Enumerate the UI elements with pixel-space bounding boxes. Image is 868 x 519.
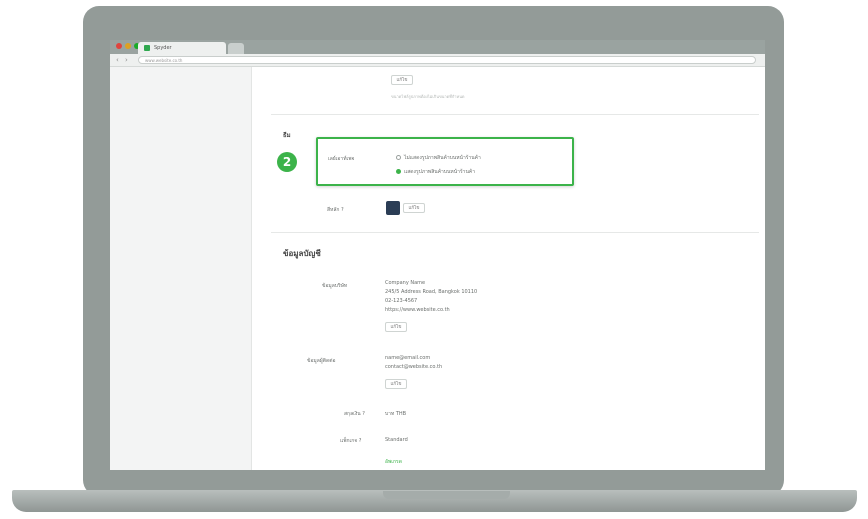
close-window-icon[interactable]	[116, 43, 122, 49]
back-arrow-icon[interactable]: ‹	[116, 56, 119, 64]
new-tab-button[interactable]	[228, 43, 244, 54]
package-value: Standard	[385, 437, 408, 443]
layout-option-1-radio[interactable]	[396, 155, 401, 160]
business-info-label: ข้อมูลบริษัท	[322, 283, 348, 289]
settings-content: แก้ไข ขนาดไฟล์รูปภาพต้องไม่เกินขนาดที่กำ…	[251, 67, 765, 470]
sidebar	[110, 67, 252, 470]
business-line-3: 02-123-4567	[385, 298, 418, 304]
step-badge: 2	[277, 152, 297, 172]
currency-value: บาท THB	[385, 411, 407, 417]
minimize-window-icon[interactable]	[125, 43, 131, 49]
color-swatch[interactable]	[386, 201, 400, 215]
contact-edit-button[interactable]: แก้ไข	[385, 379, 407, 389]
account-heading: ข้อมูลบัญชี	[283, 249, 321, 258]
contact-info-label: ข้อมูลผู้ติดต่อ	[307, 358, 336, 364]
browser-tab-strip: Spyder	[110, 40, 765, 54]
divider	[271, 232, 759, 233]
primary-color-label: สีหลัก ?	[327, 207, 344, 213]
business-line-2: 245/5 Address Road, Bangkok 10110	[385, 289, 478, 295]
laptop-screen: Spyder ‹ › www.website.co.th แก้ไข ขนาดไ…	[110, 40, 765, 470]
color-edit-button[interactable]: แก้ไข	[403, 203, 425, 213]
business-edit-button[interactable]: แก้ไข	[385, 322, 407, 332]
upgrade-link[interactable]: อัพเกรด	[385, 458, 402, 466]
layout-option-1-label[interactable]: ไม่แสดงรูปภาพสินค้าบนหน้าร้านค้า	[404, 154, 481, 162]
logo-edit-button[interactable]: แก้ไข	[391, 75, 413, 85]
layout-highlight-box: เลย์เอาท์เพจ ไม่แสดงรูปภาพสินค้าบนหน้าร้…	[316, 137, 574, 186]
currency-label: สกุลเงิน ?	[344, 411, 365, 417]
layout-option-2-label[interactable]: แสดงรูปภาพสินค้าบนหน้าร้านค้า	[404, 168, 475, 176]
contact-line-1: name@email.com	[385, 355, 431, 361]
address-bar[interactable]: www.website.co.th	[138, 56, 756, 64]
browser-tab[interactable]: Spyder	[138, 42, 226, 54]
business-line-4: https://www.website.co.th	[385, 307, 450, 313]
browser-toolbar: ‹ › www.website.co.th	[110, 54, 765, 67]
forward-arrow-icon[interactable]: ›	[125, 56, 128, 64]
layout-option-2-radio[interactable]	[396, 169, 401, 174]
business-line-1: Company Name	[385, 280, 426, 286]
divider	[271, 114, 759, 115]
laptop-notch	[383, 491, 510, 499]
browser-tab-label: Spyder	[154, 45, 172, 51]
window-controls	[116, 43, 140, 49]
logo-hint: ขนาดไฟล์รูปภาพต้องไม่เกินขนาดที่กำหนด	[391, 94, 465, 99]
layout-label: เลย์เอาท์เพจ	[328, 156, 355, 162]
theme-heading: ธีม	[283, 132, 291, 139]
package-label: แพ็กเกจ ?	[340, 438, 362, 444]
favicon-icon	[144, 45, 150, 51]
contact-line-2: contact@website.co.th	[385, 364, 443, 370]
